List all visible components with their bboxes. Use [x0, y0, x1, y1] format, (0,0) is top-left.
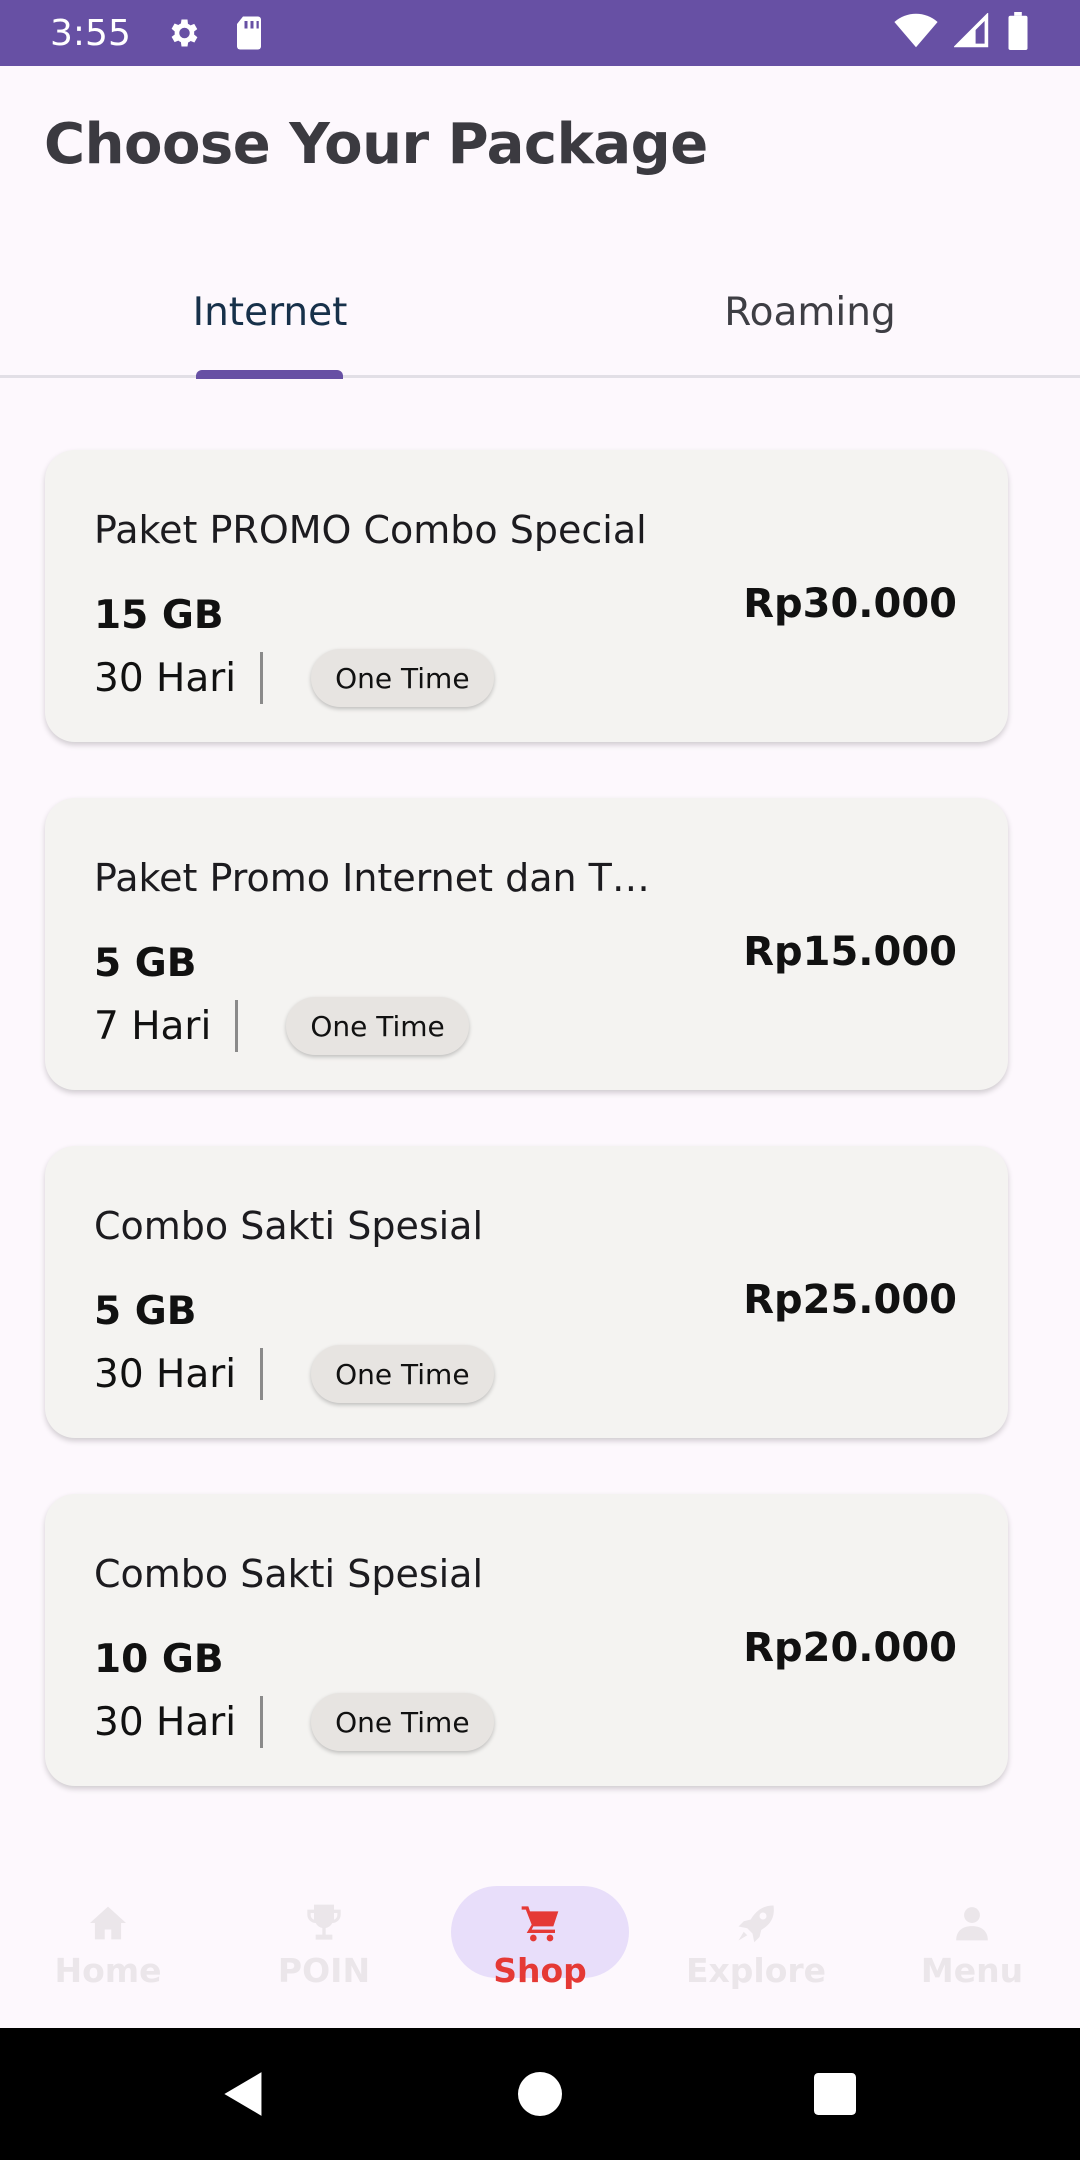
tab-internet[interactable]: Internet — [0, 250, 540, 375]
package-duration: 7 Hari — [94, 1003, 212, 1049]
package-name: Combo Sakti Spesial — [94, 1552, 484, 1596]
package-quota: 5 GB — [94, 941, 197, 986]
package-duration: 30 Hari — [94, 1351, 237, 1397]
package-type-chip: One Time — [311, 1693, 494, 1751]
nav-label: Explore — [685, 1950, 827, 1990]
package-duration: 30 Hari — [94, 1699, 237, 1745]
trophy-icon — [302, 1901, 346, 1945]
cart-icon — [518, 1901, 562, 1945]
home-circle-icon[interactable] — [510, 2064, 570, 2124]
divider — [260, 1696, 264, 1748]
nav-shop[interactable]: Shop — [432, 1862, 648, 2028]
package-duration-row: 30 Hari One Time — [94, 648, 494, 708]
nav-poin[interactable]: POIN — [216, 1862, 432, 2028]
sd-card-icon — [229, 13, 269, 53]
rocket-icon — [734, 1901, 778, 1945]
package-duration-row: 7 Hari One Time — [94, 996, 469, 1056]
package-quota: 15 GB — [94, 593, 224, 638]
nav-label: Menu — [920, 1950, 1024, 1990]
package-type-chip: One Time — [311, 649, 494, 707]
package-type-chip: One Time — [311, 1345, 494, 1403]
recents-square-icon[interactable] — [805, 2064, 865, 2124]
home-icon — [86, 1901, 130, 1945]
status-bar: 3:55 — [0, 0, 1080, 66]
package-duration-row: 30 Hari One Time — [94, 1692, 494, 1752]
nav-label: Home — [54, 1950, 162, 1990]
tab-roaming[interactable]: Roaming — [540, 250, 1080, 375]
package-card[interactable]: Combo Sakti Spesial 10 GB 30 Hari One Ti… — [45, 1494, 1008, 1786]
signal-icon — [953, 12, 990, 53]
nav-label: POIN — [277, 1950, 371, 1990]
package-quota: 5 GB — [94, 1289, 197, 1334]
divider — [260, 652, 264, 704]
battery-icon — [1006, 12, 1030, 54]
tab-indicator — [196, 370, 343, 379]
package-card[interactable]: Paket Promo Internet dan T… 5 GB 7 Hari … — [45, 798, 1008, 1090]
package-price: Rp25.000 — [743, 1277, 957, 1323]
wifi-icon — [894, 13, 938, 53]
package-name: Paket PROMO Combo Special — [94, 508, 647, 552]
nav-explore[interactable]: Explore — [648, 1862, 864, 2028]
nav-label: Shop — [493, 1950, 587, 1990]
package-duration: 30 Hari — [94, 655, 237, 701]
page-title: Choose Your Package — [44, 112, 708, 177]
package-name: Combo Sakti Spesial — [94, 1204, 484, 1248]
package-card[interactable]: Combo Sakti Spesial 5 GB 30 Hari One Tim… — [45, 1146, 1008, 1438]
divider — [235, 1000, 239, 1052]
person-icon — [950, 1901, 994, 1945]
gear-icon — [163, 13, 203, 53]
package-quota: 10 GB — [94, 1637, 224, 1682]
status-time: 3:55 — [50, 12, 131, 54]
package-name: Paket Promo Internet dan T… — [94, 856, 650, 900]
nav-home[interactable]: Home — [0, 1862, 216, 2028]
package-duration-row: 30 Hari One Time — [94, 1344, 494, 1404]
package-price: Rp20.000 — [743, 1625, 957, 1671]
package-card[interactable]: Paket PROMO Combo Special 15 GB 30 Hari … — [45, 450, 1008, 742]
back-icon[interactable] — [214, 2064, 274, 2124]
package-price: Rp30.000 — [743, 581, 957, 627]
package-type-chip: One Time — [286, 997, 469, 1055]
system-nav-bar — [0, 2028, 1080, 2160]
nav-menu[interactable]: Menu — [864, 1862, 1080, 2028]
package-price: Rp15.000 — [743, 929, 957, 975]
bottom-nav: Home POIN Shop Explore Menu — [0, 1862, 1080, 2028]
tab-bar: Internet Roaming — [0, 250, 1080, 378]
divider — [260, 1348, 264, 1400]
